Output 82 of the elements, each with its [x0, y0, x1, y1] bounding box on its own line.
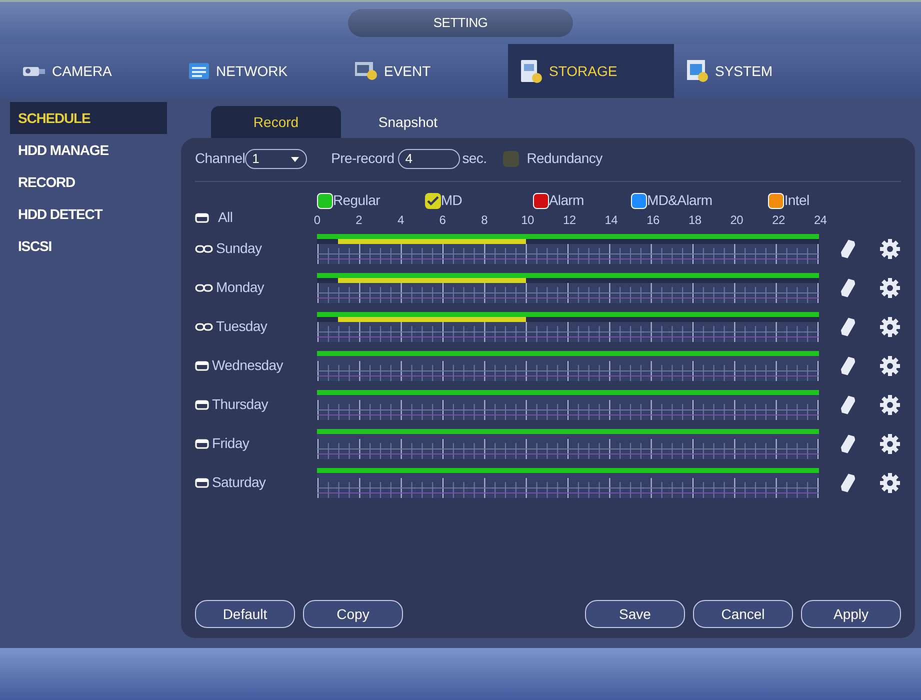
window-title: SETTING: [348, 9, 573, 37]
eraser-icon[interactable]: [841, 278, 855, 298]
event-icon: [354, 60, 378, 82]
day-label: Monday: [216, 278, 264, 297]
legend-label: MD&Alarm: [646, 191, 712, 210]
hour-tick: 16: [646, 212, 657, 229]
sidebar-item[interactable]: HDD DETECT: [10, 198, 167, 230]
dialog-button[interactable]: Save: [585, 600, 685, 628]
day-timeline[interactable]: [317, 312, 819, 342]
pre-record-field[interactable]: 4: [398, 148, 460, 168]
day-label: Friday: [212, 434, 250, 453]
eraser-icon[interactable]: [841, 472, 855, 492]
hour-tick: 8: [480, 212, 488, 229]
legend-checkbox[interactable]: [768, 192, 784, 208]
camera-icon: [22, 66, 46, 76]
sidebar-item[interactable]: SCHEDULE: [10, 102, 167, 134]
hour-tick: 22: [772, 212, 782, 229]
storage-icon: [520, 59, 543, 83]
network-icon: [188, 62, 210, 80]
sub-tab[interactable]: Record: [211, 106, 341, 138]
day-timeline[interactable]: [317, 234, 819, 264]
hour-tick: 14: [604, 212, 615, 229]
sidebar-item[interactable]: RECORD: [10, 166, 167, 198]
day-timeline[interactable]: [317, 428, 819, 458]
settings-icon[interactable]: [879, 238, 901, 260]
sidebar-item[interactable]: ISCSI: [10, 230, 167, 262]
settings-icon[interactable]: [879, 276, 901, 298]
sub-tab[interactable]: Snapshot: [343, 106, 473, 138]
sidebar-item[interactable]: HDD MANAGE: [10, 134, 167, 166]
hour-tick: 6: [438, 212, 447, 229]
settings-icon[interactable]: [879, 354, 901, 376]
legend-checkbox[interactable]: [630, 192, 647, 208]
redundancy-checkbox[interactable]: [502, 150, 519, 166]
day-label: Tuesday: [216, 317, 268, 336]
legend-checkbox[interactable]: [532, 192, 549, 208]
day-label: Saturday: [212, 473, 266, 492]
eraser-icon[interactable]: [841, 238, 855, 258]
dialog-button[interactable]: Copy: [303, 600, 403, 628]
day-timeline[interactable]: [317, 350, 819, 380]
day-label: Sunday: [216, 239, 262, 258]
dialog-button[interactable]: Apply: [801, 600, 901, 628]
top-tab[interactable]: SYSTEM: [674, 44, 840, 98]
legend-label: Alarm: [548, 191, 584, 210]
eraser-icon[interactable]: [841, 434, 855, 454]
legend-checkbox[interactable]: [317, 192, 333, 208]
dialog-button[interactable]: Cancel: [693, 600, 793, 628]
all-label: All: [218, 208, 233, 227]
top-tab[interactable]: STORAGE: [508, 44, 674, 98]
dialog-button[interactable]: Default: [195, 600, 295, 628]
top-tab[interactable]: NETWORK: [176, 44, 342, 98]
day-timeline[interactable]: [317, 272, 819, 302]
hour-tick: 0: [312, 212, 322, 229]
redundancy-label: Redundancy: [526, 149, 602, 168]
eraser-icon[interactable]: [841, 356, 855, 376]
legend-checkbox[interactable]: [424, 192, 441, 208]
unit-label: sec.: [462, 149, 487, 168]
pre-record-label: Pre-record: [331, 149, 394, 168]
legend-label: MD: [440, 191, 462, 210]
eraser-icon[interactable]: [841, 394, 855, 414]
hour-tick: 10: [521, 212, 532, 229]
legend-label: Regular: [333, 191, 380, 210]
settings-icon[interactable]: [879, 316, 901, 338]
hour-tick: 12: [562, 212, 573, 229]
day-timeline[interactable]: [317, 468, 819, 498]
settings-icon[interactable]: [879, 432, 901, 454]
settings-icon[interactable]: [879, 472, 901, 494]
hour-tick: 2: [354, 212, 364, 229]
hour-tick: 20: [730, 212, 740, 229]
day-timeline[interactable]: [317, 390, 819, 420]
day-label: Wednesday: [212, 356, 283, 375]
settings-icon[interactable]: [879, 394, 901, 416]
hour-tick: 18: [688, 212, 698, 229]
hour-tick: 24: [814, 212, 824, 229]
system-icon: [686, 59, 709, 83]
hour-tick: 4: [396, 212, 405, 229]
top-tab[interactable]: EVENT: [342, 44, 508, 98]
channel-dropdown[interactable]: 1: [245, 148, 308, 168]
channel-label: Channel: [195, 149, 246, 168]
top-tab[interactable]: CAMERA: [10, 44, 176, 98]
legend-label: Intel: [784, 191, 810, 210]
day-label: Thursday: [212, 395, 268, 414]
eraser-icon[interactable]: [841, 316, 855, 336]
